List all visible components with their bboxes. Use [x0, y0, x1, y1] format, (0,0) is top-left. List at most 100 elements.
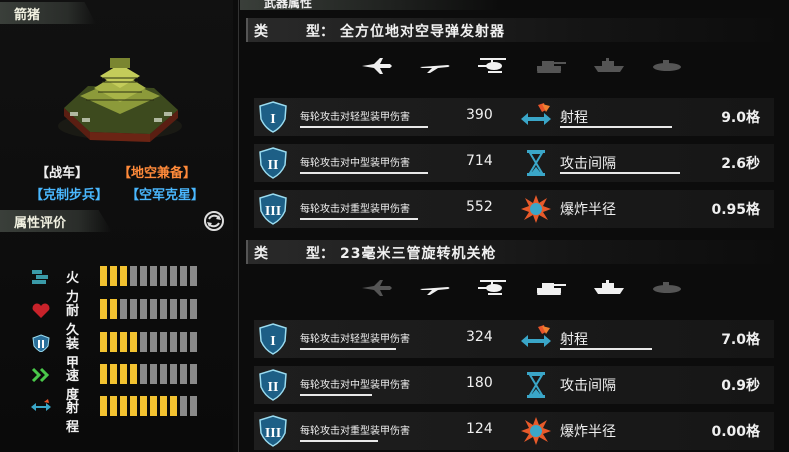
rating-bar [100, 396, 197, 416]
rating-segment [120, 266, 127, 286]
tank-icon [537, 61, 566, 73]
svg-text:III: III [265, 204, 281, 219]
damage-label: 每轮攻击对轻型装甲伤害 [300, 112, 410, 123]
damage-value: 180 [466, 375, 493, 391]
weapon-type-key: 类 [254, 246, 268, 262]
stat-underline [560, 348, 652, 350]
svg-text:II: II [268, 158, 279, 173]
rating-bar [100, 299, 197, 319]
refresh-icon[interactable] [203, 210, 225, 232]
rating-segment [150, 299, 157, 319]
rating-segment [120, 364, 127, 384]
rating-segment [160, 396, 167, 416]
damage-underline [300, 394, 372, 396]
rating-segment [180, 332, 187, 352]
weapon-stat-row: I 每轮攻击对轻型装甲伤害 324 射程 7.0格 [254, 320, 774, 358]
rating-bar [100, 266, 197, 286]
rating-segment [130, 299, 137, 319]
rating-segment [110, 396, 117, 416]
target-units [360, 278, 684, 296]
rating-segment [100, 332, 107, 352]
explosion-icon [521, 417, 551, 445]
svg-text:III: III [265, 426, 281, 441]
damage-underline [300, 126, 428, 128]
armor-1-shield-icon: I [259, 101, 287, 133]
svg-text:I: I [270, 112, 275, 127]
rating-segment [180, 299, 187, 319]
helicopter-icon [478, 280, 506, 295]
weapon-type-line: 类 型： 全方位地对空导弹发射器 [246, 18, 788, 42]
stat-value: 0.00格 [711, 424, 760, 440]
armor-3-shield-icon: III [259, 415, 287, 447]
target-units [360, 56, 684, 74]
damage-value: 390 [466, 107, 493, 123]
rating-segment [190, 266, 197, 286]
damage-value: 324 [466, 329, 493, 345]
armor-2-shield-icon: II [259, 147, 287, 179]
rating-segment [190, 332, 197, 352]
rating-segment [170, 332, 177, 352]
stat-label: 攻击间隔 [560, 378, 616, 394]
rating-segment [100, 396, 107, 416]
rating-tab: 属性评价 [0, 210, 112, 232]
heart-icon [32, 303, 50, 318]
damage-underline [300, 348, 396, 350]
armor-3-shield-icon: III [259, 193, 287, 225]
damage-label: 每轮攻击对中型装甲伤害 [300, 380, 410, 391]
rating-segment [120, 396, 127, 416]
range-icon [521, 325, 551, 347]
damage-label: 每轮攻击对重型装甲伤害 [300, 426, 410, 437]
rating-segment [150, 266, 157, 286]
stat-label: 爆炸半径 [560, 424, 616, 440]
stat-value: 2.6秒 [721, 156, 760, 172]
tank-image [58, 58, 182, 142]
range-arrows-icon [31, 399, 51, 411]
rating-segment [110, 299, 117, 319]
rating-segment [130, 266, 137, 286]
rating-segment [150, 364, 157, 384]
weapon-stat-row: II 每轮攻击对中型装甲伤害 714 攻击间隔 2.6秒 [254, 144, 774, 182]
stat-label: 射程 [560, 110, 588, 126]
unit-name: 箭猪 [14, 8, 41, 23]
weapon-stat-row: III 每轮攻击对重型装甲伤害 124 爆炸半径 0.00格 [254, 412, 774, 450]
weapon-type-key: 类 [254, 24, 268, 40]
weapon-stat-row: I 每轮攻击对轻型装甲伤害 390 射程 9.0格 [254, 98, 774, 136]
damage-underline [300, 218, 418, 220]
stat-label: 攻击间隔 [560, 156, 616, 172]
rating-segment [140, 396, 147, 416]
rating-segment [180, 266, 187, 286]
armor-1-shield-icon: I [259, 323, 287, 355]
rating-segment [140, 332, 147, 352]
fighter-jet-icon [362, 280, 392, 296]
rating-segment [130, 364, 137, 384]
weapon-type-key2: 型： [306, 246, 334, 262]
rating-segment [170, 299, 177, 319]
helicopter-icon [478, 58, 506, 73]
rating-segment [170, 396, 177, 416]
range-icon [521, 103, 551, 125]
rating-label: 射程 [66, 401, 80, 435]
stat-value: 7.0格 [721, 332, 760, 348]
svg-text:I: I [270, 334, 275, 349]
damage-value: 552 [466, 199, 493, 215]
stat-value: 0.95格 [711, 202, 760, 218]
weapon-type-value: 全方位地对空导弹发射器 [340, 24, 505, 40]
firepower-icon [32, 270, 48, 284]
hourglass-icon [527, 372, 545, 398]
damage-label: 每轮攻击对轻型装甲伤害 [300, 334, 410, 345]
unit-info-panel: 箭猪 【战车】 【地空兼备】 【克制步兵】 【空军克星】 属性评价 火力 耐久 … [0, 0, 233, 452]
tank-icon [537, 283, 566, 295]
rating-segment [190, 299, 197, 319]
weapons-title: 武器属性 [264, 0, 313, 10]
rating-title: 属性评价 [14, 216, 67, 231]
rating-segment [140, 299, 147, 319]
stat-underline [560, 126, 672, 128]
rating-segment [110, 364, 117, 384]
rating-segment [190, 364, 197, 384]
explosion-icon [521, 195, 551, 223]
weapon-type-key2: 型： [306, 24, 334, 40]
stat-value: 9.0格 [721, 110, 760, 126]
rating-segment [120, 299, 127, 319]
ship-icon [594, 58, 624, 72]
weapons-panel: 武器属性 类 型： 全方位地对空导弹发射器 I 每轮攻击对轻型装甲伤害 390 … [240, 0, 789, 452]
